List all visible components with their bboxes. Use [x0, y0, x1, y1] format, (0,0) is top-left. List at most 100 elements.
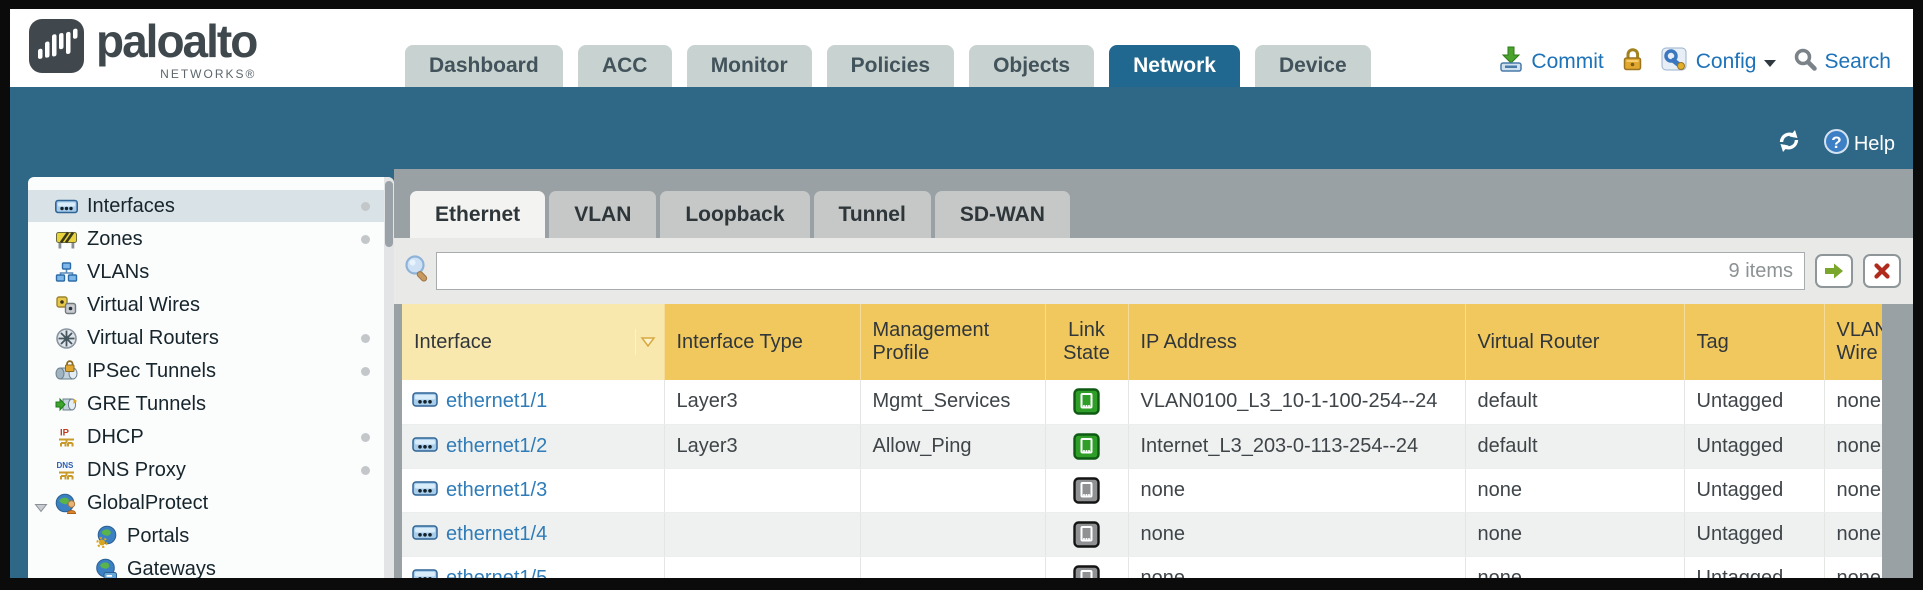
- config-menu[interactable]: Config: [1661, 46, 1778, 78]
- sidebar-scrollbar[interactable]: [384, 177, 394, 578]
- status-dot: [361, 202, 370, 211]
- top-bar: paloalto NETWORKS® Dashboard ACC Monitor…: [10, 9, 1913, 87]
- status-dot: [361, 466, 370, 475]
- svg-text:DNS: DNS: [57, 461, 75, 470]
- virtual-wires-icon: [55, 294, 78, 317]
- tab-tunnel[interactable]: Tunnel: [814, 191, 931, 238]
- nav-tab-policies[interactable]: Policies: [827, 45, 954, 87]
- sidebar-item-virtual-routers[interactable]: Virtual Routers: [28, 322, 394, 354]
- help-label: Help: [1854, 133, 1895, 156]
- ethernet-interface-icon: [412, 390, 438, 413]
- commit-icon: [1498, 45, 1524, 78]
- globalprotect-icon: [55, 492, 78, 515]
- nav-tab-network[interactable]: Network: [1109, 45, 1240, 87]
- sidebar-item-portals[interactable]: Portals: [28, 520, 394, 552]
- sidebar-item-label: Interfaces: [87, 195, 175, 218]
- cell-vlan-wire: none: [1824, 424, 1882, 468]
- scrollbar-thumb[interactable]: [385, 181, 393, 247]
- column-menu-icon[interactable]: [635, 329, 661, 355]
- cell-vlan-wire: none: [1824, 380, 1882, 424]
- cell-virtual-router: none: [1465, 468, 1684, 512]
- cell-vlan-wire: none: [1824, 556, 1882, 578]
- clear-filter-button[interactable]: [1863, 254, 1901, 288]
- ipsec-tunnels-icon: [55, 360, 78, 383]
- cell-virtual-router: none: [1465, 512, 1684, 556]
- interface-link[interactable]: ethernet1/4: [446, 523, 547, 546]
- col-header-management-profile[interactable]: Management Profile: [860, 304, 1045, 380]
- interface-link[interactable]: ethernet1/1: [446, 390, 547, 413]
- cell-interface-type: Layer3: [664, 380, 860, 424]
- refresh-icon[interactable]: [1775, 127, 1803, 161]
- col-header-interface-type[interactable]: Interface Type: [664, 304, 860, 380]
- collapse-triangle-icon[interactable]: [34, 496, 48, 519]
- lock-icon[interactable]: [1620, 46, 1645, 78]
- sidebar-item-ipsec-tunnels[interactable]: IPSec Tunnels: [28, 355, 394, 387]
- sidebar-item-zones[interactable]: Zones: [28, 223, 394, 255]
- nav-tab-acc[interactable]: ACC: [578, 45, 672, 87]
- main-nav-tabs: Dashboard ACC Monitor Policies Objects N…: [405, 45, 1371, 87]
- help-icon: ?: [1823, 128, 1850, 161]
- cell-vlan-wire: none: [1824, 468, 1882, 512]
- interfaces-table: Interface Interface Type Management Prof…: [402, 304, 1882, 578]
- interface-link[interactable]: ethernet1/5: [446, 567, 547, 579]
- sidebar-item-gre-tunnels[interactable]: GRE Tunnels: [28, 388, 394, 420]
- dns-proxy-icon: DNS: [55, 459, 78, 482]
- search-link[interactable]: Search: [1793, 47, 1891, 77]
- sidebar-item-label: GRE Tunnels: [87, 393, 206, 416]
- help-link[interactable]: ? Help: [1823, 128, 1895, 161]
- sidebar-item-label: DHCP: [87, 426, 144, 449]
- link-state-icon: [1073, 521, 1100, 548]
- interface-link[interactable]: ethernet1/3: [446, 479, 547, 502]
- gre-tunnels-icon: [55, 393, 78, 416]
- interface-link[interactable]: ethernet1/2: [446, 435, 547, 458]
- sidebar-item-vlans[interactable]: VLANs: [28, 256, 394, 288]
- commit-button[interactable]: Commit: [1498, 45, 1603, 78]
- sidebar-item-dns-proxy[interactable]: DNS DNS Proxy: [28, 454, 394, 486]
- cell-interface-type: [664, 556, 860, 578]
- cell-interface-type: [664, 512, 860, 556]
- nav-tab-device[interactable]: Device: [1255, 45, 1371, 87]
- svg-text:?: ?: [1831, 133, 1841, 152]
- sidebar: Interfaces Zones VLANs Virtual Wires: [28, 177, 394, 578]
- cell-ip-address: none: [1128, 556, 1465, 578]
- col-header-ip-address[interactable]: IP Address: [1128, 304, 1465, 380]
- zones-icon: [55, 228, 78, 251]
- link-state-icon: [1073, 433, 1100, 460]
- table-row: ethernet1/1 Layer3 Mgmt_Services VLAN010…: [402, 380, 1882, 424]
- cell-mgmt-profile: [860, 556, 1045, 578]
- col-header-virtual-router[interactable]: Virtual Router: [1465, 304, 1684, 380]
- nav-tab-objects[interactable]: Objects: [969, 45, 1094, 87]
- link-state-icon: [1073, 477, 1100, 504]
- sidebar-item-label: Portals: [127, 525, 189, 548]
- filter-input[interactable]: [436, 252, 1805, 290]
- tab-vlan[interactable]: VLAN: [549, 191, 656, 238]
- sidebar-item-globalprotect[interactable]: GlobalProtect: [28, 487, 394, 519]
- commit-label: Commit: [1531, 50, 1603, 74]
- sidebar-item-interfaces[interactable]: Interfaces: [28, 190, 394, 222]
- band-tools: ? Help: [1775, 127, 1895, 161]
- sidebar-item-gateways[interactable]: Gateways: [28, 553, 394, 578]
- interfaces-icon: [55, 195, 78, 218]
- nav-tab-monitor[interactable]: Monitor: [687, 45, 812, 87]
- table-header-row: Interface Interface Type Management Prof…: [402, 304, 1882, 380]
- sidebar-item-label: GlobalProtect: [87, 492, 208, 515]
- cell-tag: Untagged: [1684, 380, 1824, 424]
- apply-filter-button[interactable]: [1815, 254, 1853, 288]
- col-header-interface[interactable]: Interface: [402, 304, 664, 380]
- cell-ip-address: Internet_L3_203-0-113-254--24: [1128, 424, 1465, 468]
- col-header-vlan-wire[interactable]: VLAN / Virtual Wire: [1824, 304, 1882, 380]
- link-state-icon: [1073, 565, 1100, 579]
- config-icon: [1661, 46, 1689, 78]
- app-window: paloalto NETWORKS® Dashboard ACC Monitor…: [10, 9, 1913, 578]
- col-header-link-state[interactable]: Link State: [1045, 304, 1128, 380]
- tab-loopback[interactable]: Loopback: [660, 191, 809, 238]
- col-header-tag[interactable]: Tag: [1684, 304, 1824, 380]
- sidebar-item-virtual-wires[interactable]: Virtual Wires: [28, 289, 394, 321]
- tab-sdwan[interactable]: SD-WAN: [935, 191, 1070, 238]
- content-area: Interfaces Zones VLANs Virtual Wires: [10, 169, 1913, 578]
- cell-virtual-router: default: [1465, 380, 1684, 424]
- nav-tab-dashboard[interactable]: Dashboard: [405, 45, 563, 87]
- sidebar-item-label: Zones: [87, 228, 143, 251]
- sidebar-item-dhcp[interactable]: IP DHCP: [28, 421, 394, 453]
- tab-ethernet[interactable]: Ethernet: [410, 191, 545, 238]
